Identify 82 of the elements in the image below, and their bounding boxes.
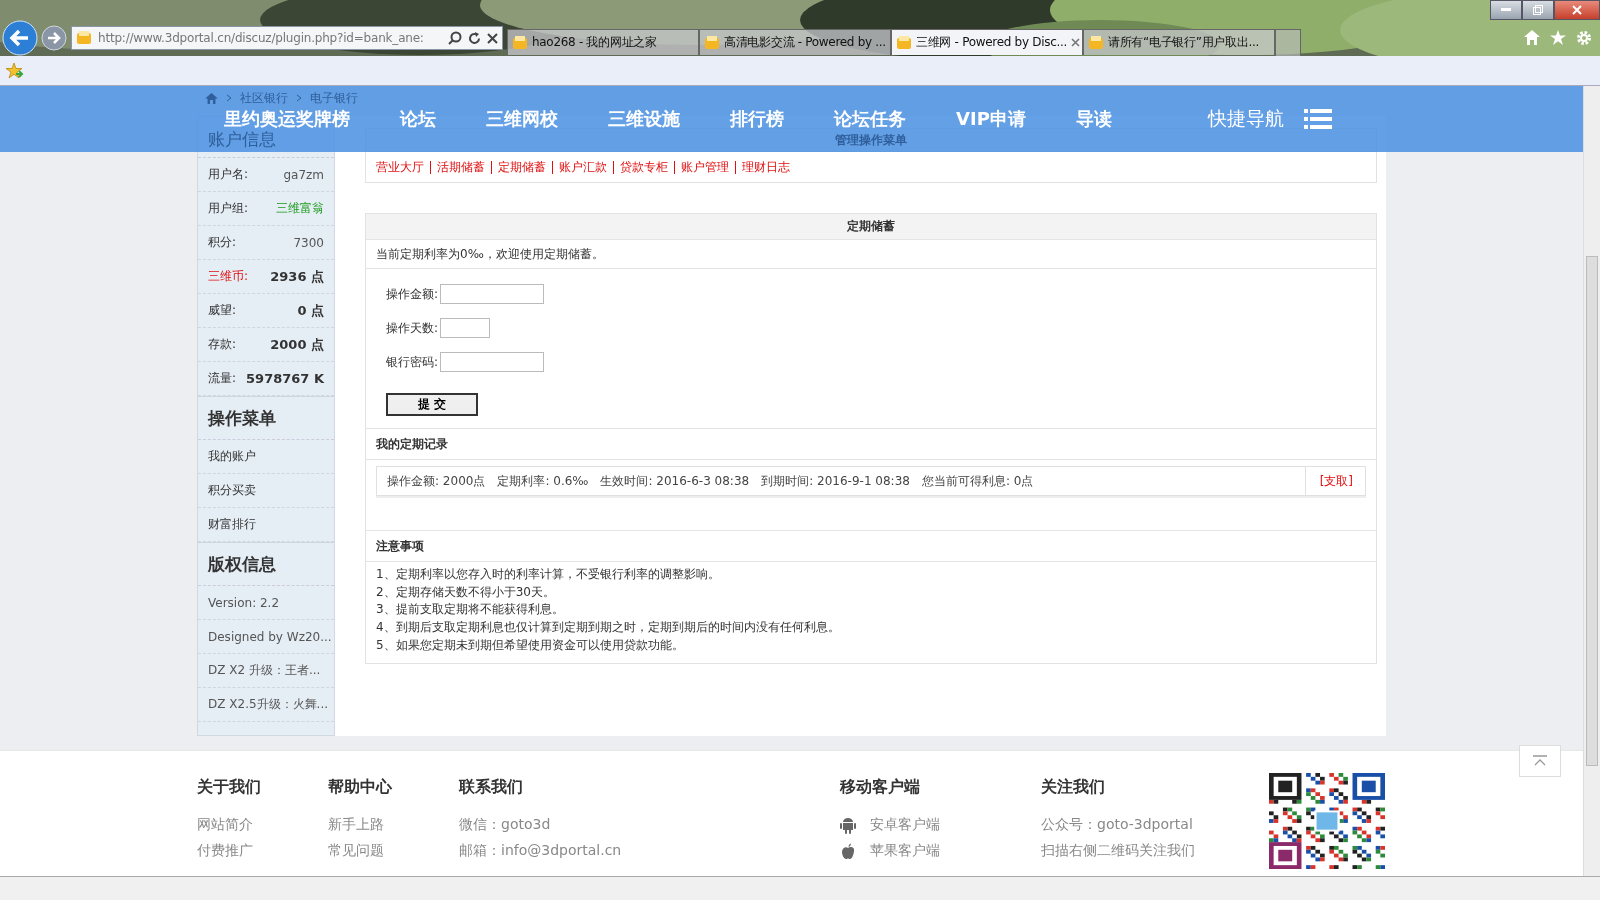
footer-link[interactable]: 扫描右侧二维码关注我们 — [1041, 842, 1195, 860]
panel-heading: 定期储蓄 — [366, 214, 1376, 240]
browser-tab[interactable]: 三维网 - Powered by Disc... — [891, 29, 1083, 55]
copyright-text: DZ X2.5升级：火舞... — [208, 696, 329, 713]
section-heading: 注意事项 — [366, 531, 1376, 562]
copyright-text: Designed by Wz20... — [208, 629, 332, 644]
field-value: ga7zm — [283, 167, 324, 182]
sidebar-heading: 操作菜单 — [198, 396, 334, 440]
note-text: 3、提前支取定期将不能获得利息。 — [376, 601, 565, 619]
field-value: 2000 点 — [270, 335, 324, 354]
field-label: 威望: — [208, 302, 237, 319]
field-label: 用户名: — [208, 166, 249, 183]
footer-link[interactable]: 邮箱：info@3dportal.cn — [459, 842, 622, 860]
field-label: 存款: — [208, 336, 237, 353]
nav-link[interactable]: 导读 — [1075, 107, 1112, 131]
section-heading: 我的定期记录 — [366, 429, 1376, 460]
note-text: 5、如果您定期未到期但希望使用资金可以使用贷款功能。 — [376, 636, 685, 654]
notice-text: 当前定期利率为0‰，欢迎使用定期储蓄。 — [366, 240, 1376, 269]
nav-link[interactable]: 里约奥运奖牌榜 — [224, 107, 350, 131]
sidebar-heading: 账户信息 — [208, 129, 276, 149]
footer-heading: 关于我们 — [197, 777, 262, 798]
sidebar-link[interactable]: 我的账户 — [208, 448, 256, 465]
footer-link[interactable]: 新手上路 — [328, 816, 384, 834]
field-value: 5978767 K — [246, 371, 324, 386]
browser-tab[interactable]: 请所有“电子银行”用户取出... — [1083, 29, 1275, 55]
footer-link[interactable]: 常见问题 — [328, 842, 384, 860]
menu-link[interactable]: 活期储蓄 — [430, 160, 491, 174]
field-label: 用户组: — [208, 200, 249, 217]
menu-link[interactable]: 贷款专柜 — [613, 160, 674, 174]
record-field: 您当前可得利息: 0点 — [921, 472, 1034, 490]
footer-link[interactable]: 付费推广 — [197, 842, 253, 860]
field-label: 银行密码: — [386, 353, 439, 371]
browser-tab[interactable]: hao268 - 我的网址之家 — [507, 29, 699, 55]
panel-heading: 管理操作菜单 — [835, 133, 907, 147]
sidebar-link[interactable]: 财富排行 — [208, 516, 256, 533]
footer-link[interactable]: 公众号：goto-3dportal — [1041, 816, 1193, 834]
footer-link[interactable]: 安卓客户端 — [870, 816, 940, 834]
nav-link[interactable]: 排行榜 — [730, 107, 784, 131]
field-value: 0 点 — [297, 301, 324, 320]
address-bar[interactable]: http://www.3dportal.cn/discuz/plugin.php?id=bank_ane: — [71, 26, 503, 50]
footer-heading: 移动客户端 — [840, 777, 921, 798]
nav-link[interactable]: 三维设施 — [608, 107, 680, 131]
field-label: 流量: — [208, 370, 237, 387]
menu-link[interactable]: 定期储蓄 — [491, 160, 552, 174]
footer-heading: 帮助中心 — [328, 777, 393, 798]
quick-nav-link[interactable]: 快捷导航 — [1207, 106, 1284, 132]
nav-link[interactable]: VIP申请 — [956, 107, 1026, 131]
copyright-text: DZ X2 升级：王者... — [208, 662, 321, 679]
nav-link[interactable]: 论坛任务 — [834, 107, 906, 131]
note-text: 1、定期利率以您存入时的利率计算，不受银行利率的调整影响。 — [376, 566, 721, 583]
breadcrumb-link[interactable]: 社区银行 — [240, 89, 288, 107]
field-value: 三维富翁 — [276, 200, 324, 217]
browser-tab[interactable]: 高清电影交流 - Powered by ... — [699, 29, 891, 55]
field-value: 2936 点 — [270, 267, 324, 286]
field-label: 操作天数: — [386, 319, 439, 337]
withdraw-link[interactable]: [支取] — [1304, 467, 1365, 495]
record-field: 操作金额: 2000点 — [387, 472, 486, 490]
footer-heading: 关注我们 — [1041, 777, 1106, 798]
copyright-text: Version: 2.2 — [208, 595, 280, 610]
sidebar-heading: 版权信息 — [198, 542, 334, 586]
record-field: 定期利率: 0.6‰ — [497, 472, 589, 490]
footer-link[interactable]: 苹果客户端 — [870, 842, 940, 860]
field-label: 积分: — [208, 234, 237, 251]
footer-link[interactable]: 网站简介 — [197, 816, 253, 834]
sidebar-link[interactable]: 积分买卖 — [208, 482, 256, 499]
note-text: 4、到期后支取定期利息也仅计算到定期到期之时，定期到期后的时间内没有任何利息。 — [376, 619, 841, 637]
field-value: 7300 — [293, 235, 324, 250]
nav-link[interactable]: 论坛 — [400, 107, 436, 131]
menu-link[interactable]: 账户汇款 — [552, 160, 613, 174]
menu-link[interactable]: 账户管理 — [674, 160, 735, 174]
note-text: 2、定期存储天数不得小于30天。 — [376, 583, 556, 601]
menu-link[interactable]: 理财日志 — [735, 160, 796, 174]
record-field: 生效时间: 2016-6-3 08:38 — [600, 472, 750, 490]
footer-heading: 联系我们 — [459, 777, 524, 798]
breadcrumb-link[interactable]: 电子银行 — [310, 89, 358, 107]
field-label: 三维币: — [208, 268, 249, 285]
record-field: 到期时间: 2016-9-1 08:38 — [761, 472, 910, 490]
menu-link[interactable]: 营业大厅 — [374, 160, 430, 174]
field-label: 操作金额: — [386, 285, 439, 303]
footer-link[interactable]: 微信：goto3d — [459, 816, 551, 834]
nav-link[interactable]: 三维网校 — [486, 107, 558, 131]
submit-button[interactable]: 提 交 — [386, 393, 478, 416]
